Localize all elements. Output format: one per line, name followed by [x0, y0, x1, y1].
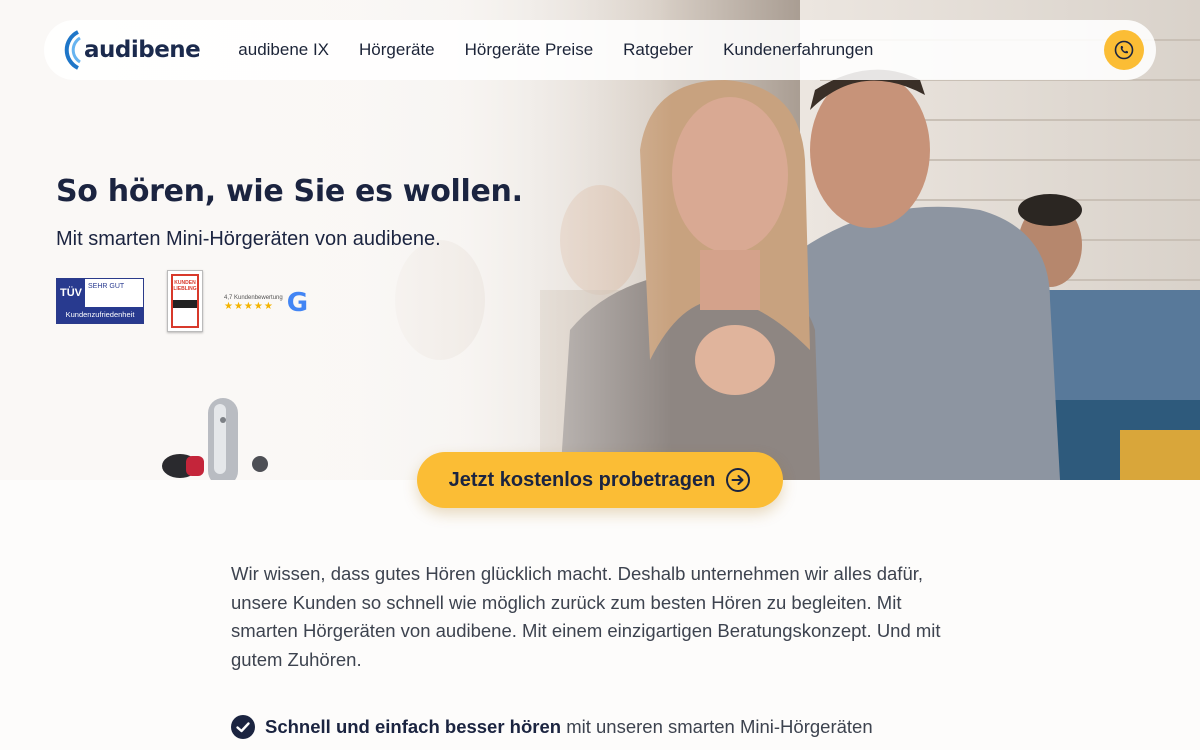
- cta-label: Jetzt kostenlos probetragen: [448, 468, 716, 491]
- main-nav: audibene IX Hörgeräte Hörgeräte Preise R…: [238, 40, 873, 60]
- hearing-aid-image: [162, 398, 268, 480]
- cta-probetragen-button[interactable]: Jetzt kostenlos probetragen: [417, 452, 783, 508]
- feature-bold: Schnell und einfach besser hören: [265, 716, 562, 737]
- feature-text: Schnell und einfach besser hören mit uns…: [265, 716, 873, 738]
- check-circle-icon: [231, 715, 255, 739]
- nav-item-hoergeraete-preise[interactable]: Hörgeräte Preise: [465, 40, 594, 60]
- logo-mark-icon: [64, 30, 81, 70]
- google-rating-badge: 4,7 Kundenbewertung ★★★★★ G: [224, 288, 308, 318]
- tuv-logo: TÜV: [57, 279, 85, 307]
- navbar: audibene audibene IX Hörgeräte Hörgeräte…: [44, 20, 1156, 80]
- phone-button[interactable]: [1104, 30, 1144, 70]
- google-rating-label: 4,7 Kundenbewertung: [224, 294, 283, 301]
- kunden-liebling-badge: KUNDEN LIEBLING: [167, 270, 203, 332]
- hero-title: So hören, wie Sie es wollen.: [56, 174, 523, 209]
- tuv-badge: TÜV SEHR GUT Kundenzufriedenheit: [56, 278, 144, 324]
- google-icon: G: [286, 288, 309, 318]
- tuv-label: Kundenzufriedenheit: [57, 307, 143, 323]
- logo-text: audibene: [84, 37, 201, 63]
- tuv-grade: SEHR GUT: [88, 283, 125, 290]
- logo[interactable]: audibene: [56, 28, 201, 72]
- kunden-title: KUNDEN LIEBLING: [173, 280, 197, 292]
- feature-list-item: Schnell und einfach besser hören mit uns…: [231, 715, 873, 739]
- intro-paragraph: Wir wissen, dass gutes Hören glücklich m…: [231, 563, 941, 670]
- feature-rest: mit unseren smarten Mini-Hörgeräten: [561, 716, 873, 737]
- nav-item-kundenerfahrungen[interactable]: Kundenerfahrungen: [723, 40, 873, 60]
- arrow-right-circle-icon: [726, 468, 751, 492]
- google-stars: ★★★★★: [224, 300, 274, 312]
- nav-item-audibene-ix[interactable]: audibene IX: [238, 40, 329, 60]
- phone-icon: [1114, 40, 1134, 60]
- nav-item-ratgeber[interactable]: Ratgeber: [623, 40, 693, 60]
- hero-subtitle: Mit smarten Mini-Hörgeräten von audibene…: [56, 228, 441, 250]
- nav-item-hoergeraete[interactable]: Hörgeräte: [359, 40, 435, 60]
